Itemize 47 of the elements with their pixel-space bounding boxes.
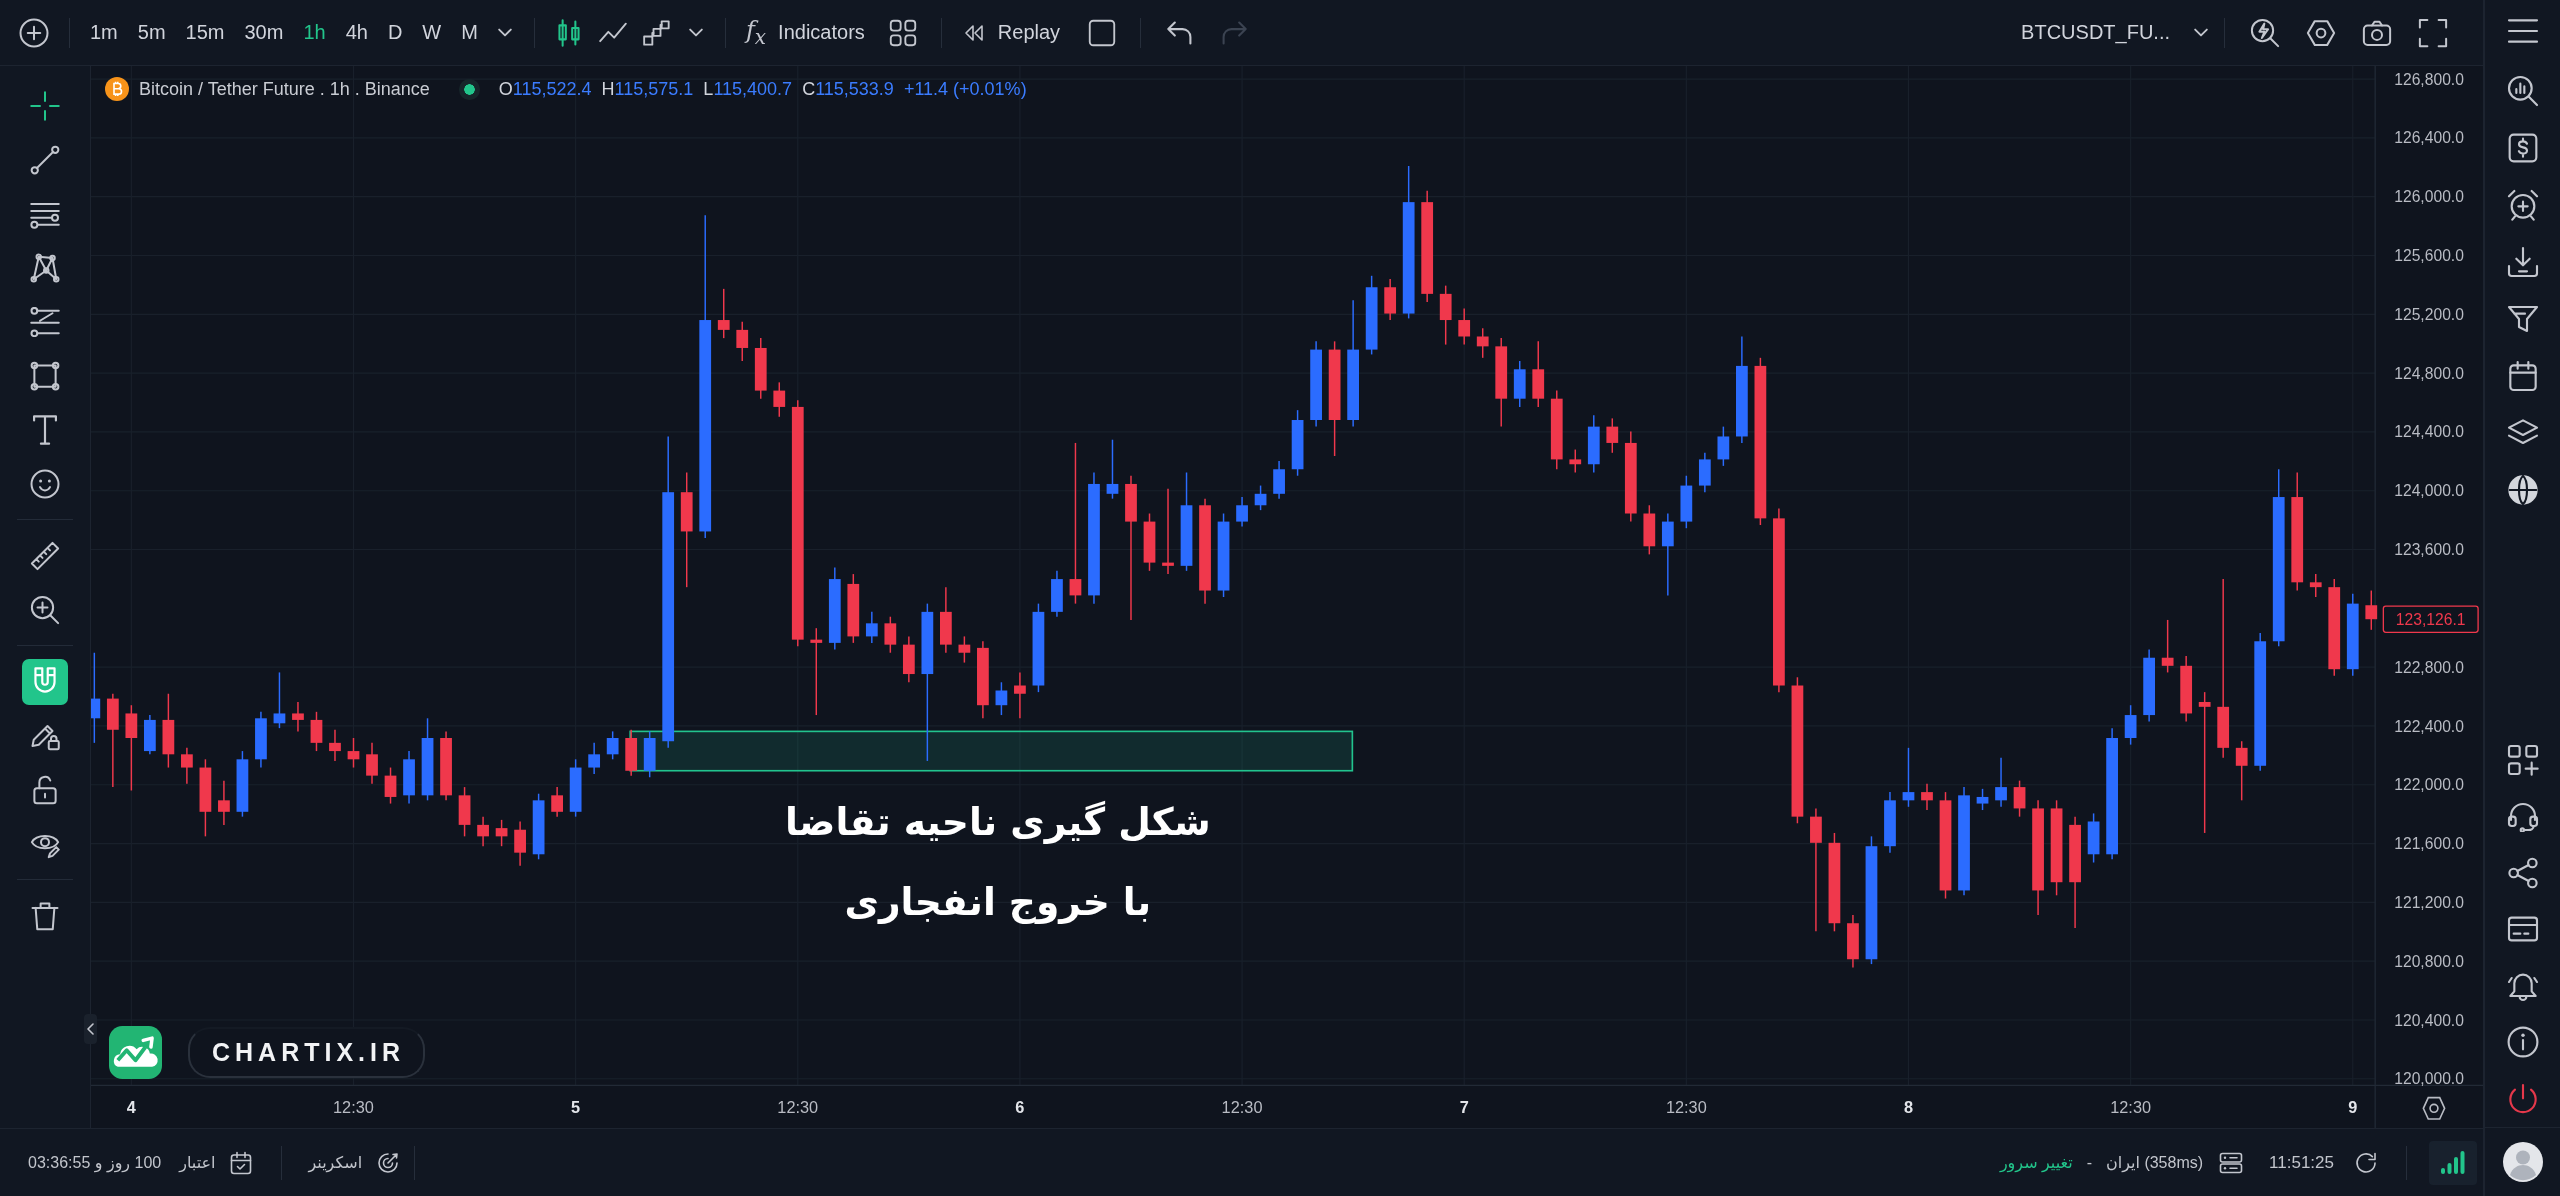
- ohlc-value: 115,400.7: [713, 78, 793, 100]
- price-label: 122,000.0: [2394, 776, 2464, 794]
- price-label: 120,000.0: [2394, 1070, 2464, 1088]
- ohlc-key: L: [703, 78, 714, 100]
- price-label: 120,400.0: [2394, 1011, 2464, 1029]
- time-label: 8: [1903, 1098, 1914, 1117]
- price-label: 121,600.0: [2394, 835, 2464, 853]
- ohlc-key: O: [498, 78, 513, 100]
- time-label: 12:30: [777, 1098, 819, 1117]
- validity-label: اعتبار: [179, 1153, 216, 1172]
- price-label: 122,400.0: [2394, 717, 2464, 735]
- clock-time: 11:51:25: [2269, 1152, 2334, 1173]
- price-label: 126,400.0: [2394, 129, 2464, 147]
- time-label: 12:30: [1665, 1098, 1707, 1117]
- ohlc-value: 115,522.4: [512, 78, 592, 100]
- price-label: 125,600.0: [2394, 247, 2464, 265]
- time-label: 12:30: [2110, 1098, 2152, 1117]
- price-label: 124,400.0: [2394, 423, 2464, 441]
- annotation-text: با خروج انفجاری: [844, 879, 1152, 924]
- brand-label: CHARTIX.IR: [188, 1027, 426, 1078]
- ohlc-key: H: [601, 78, 615, 100]
- validity-time: 100 روز و 03:36:55: [28, 1153, 162, 1172]
- time-label: 7: [1459, 1098, 1469, 1117]
- price-label: 124,800.0: [2394, 364, 2464, 382]
- time-label: 4: [126, 1098, 136, 1117]
- ohlc-key: C: [802, 78, 816, 100]
- time-label: 12:30: [1221, 1098, 1263, 1117]
- time-label: 12:30: [333, 1098, 374, 1117]
- price-label: 122,800.0: [2394, 658, 2464, 676]
- time-label: 6: [1015, 1098, 1025, 1117]
- ohlc-value: 115,575.1: [614, 78, 694, 100]
- function-icon: f$_{x}$: [745, 18, 767, 47]
- price-label: 125,200.0: [2394, 305, 2464, 323]
- last-price-tag: 123,126.1: [2382, 605, 2479, 633]
- annotation-text: شکل گیری ناحیه تقاضا: [785, 799, 1211, 844]
- price-label: 126,000.0: [2394, 188, 2464, 206]
- server-name: ایران (358ms): [2106, 1153, 2204, 1172]
- price-label: 121,200.0: [2394, 893, 2464, 911]
- time-label: 5: [571, 1098, 581, 1117]
- price-change: +11.4 (+0.01%): [903, 78, 1027, 100]
- price-label: 126,800.0: [2394, 70, 2464, 88]
- price-label: 124,000.0: [2394, 482, 2464, 500]
- price-label: 123,600.0: [2394, 541, 2464, 559]
- dash-separator: -: [2086, 1153, 2092, 1172]
- price-label: 120,800.0: [2394, 952, 2464, 970]
- ohlc-value: 115,533.9: [815, 78, 894, 100]
- time-label: 9: [2348, 1098, 2358, 1117]
